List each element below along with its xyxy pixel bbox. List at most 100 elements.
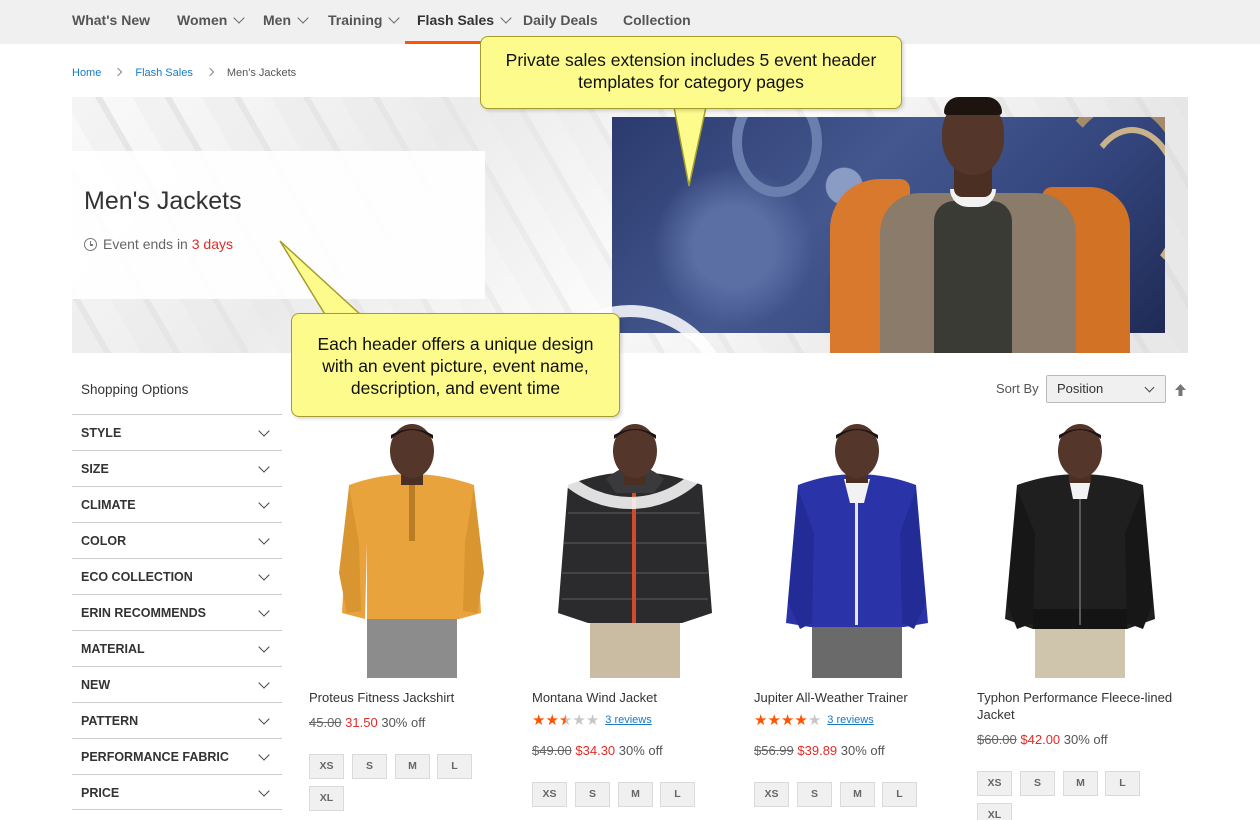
nav-item-label: Training xyxy=(328,12,383,28)
size-swatch-l[interactable]: L xyxy=(660,782,695,807)
event-countdown: Event ends in 3 days xyxy=(84,236,233,252)
nav-item-training[interactable]: Training xyxy=(328,0,401,44)
filter-climate[interactable]: CLIMATE xyxy=(72,486,282,522)
clock-icon xyxy=(84,238,97,251)
filter-label: MATERIAL xyxy=(81,642,145,656)
decorative-arc xyxy=(732,117,822,197)
product-rating: ★★★★★ 3 reviews xyxy=(532,711,652,729)
nav-item-label: Men xyxy=(263,12,291,28)
filter-label: CLIMATE xyxy=(81,498,136,512)
chevron-down-icon xyxy=(388,12,401,24)
filter-size[interactable]: SIZE xyxy=(72,450,282,486)
filter-list: STYLE SIZE CLIMATE COLOR ECO COLLECTION … xyxy=(72,414,282,810)
chevron-down-icon xyxy=(258,749,270,761)
product-price: 45.00 31.50 30% off xyxy=(309,715,425,730)
size-swatch-xl[interactable]: XL xyxy=(309,786,344,811)
filter-label: SIZE xyxy=(81,462,109,476)
size-swatch-l[interactable]: L xyxy=(1105,771,1140,796)
special-price: $39.89 xyxy=(797,743,838,758)
special-price: $42.00 xyxy=(1020,732,1061,747)
filter-new[interactable]: NEW xyxy=(72,666,282,702)
product-price: $49.00 $34.30 30% off xyxy=(532,743,663,758)
old-price: $56.99 xyxy=(754,743,794,758)
size-swatch-m[interactable]: M xyxy=(840,782,875,807)
reviews-link[interactable]: 3 reviews xyxy=(605,714,651,726)
product-name[interactable]: Proteus Fitness Jackshirt xyxy=(309,689,514,706)
chevron-down-icon xyxy=(258,605,270,617)
filter-performance-fabric[interactable]: PERFORMANCE FABRIC xyxy=(72,738,282,774)
sort-select[interactable]: Position xyxy=(1046,375,1166,403)
chevron-down-icon xyxy=(258,677,270,689)
size-swatch-l[interactable]: L xyxy=(882,782,917,807)
nav-item-label: Women xyxy=(177,12,228,28)
size-swatch-xs[interactable]: XS xyxy=(532,782,567,807)
star-icon: ★ xyxy=(780,712,795,729)
filter-color[interactable]: COLOR xyxy=(72,522,282,558)
product-name[interactable]: Typhon Performance Fleece-lined Jacket xyxy=(977,689,1182,723)
size-swatch-xs[interactable]: XS xyxy=(309,754,344,779)
product-image[interactable] xyxy=(309,423,514,678)
size-swatch-m[interactable]: M xyxy=(618,782,653,807)
sort-direction-up-icon[interactable] xyxy=(1174,383,1187,397)
callout-pointer xyxy=(673,106,707,187)
filter-label: PRICE xyxy=(81,786,120,800)
filter-material[interactable]: MATERIAL xyxy=(72,630,282,666)
old-price: $49.00 xyxy=(532,743,572,758)
discount-label: 30% off xyxy=(381,715,426,730)
product-image[interactable] xyxy=(754,423,959,678)
size-swatch-m[interactable]: M xyxy=(1063,771,1098,796)
size-swatch-xl[interactable]: XL xyxy=(977,803,1012,820)
size-swatch-xs[interactable]: XS xyxy=(977,771,1012,796)
nav-item-women[interactable]: Women xyxy=(177,0,245,44)
star-icon: ★ xyxy=(807,712,822,729)
size-swatch-s[interactable]: S xyxy=(352,754,387,779)
event-days-remaining: 3 days xyxy=(191,236,233,252)
model-photo xyxy=(830,97,1130,353)
chevron-down-icon xyxy=(258,425,270,437)
product-price: $56.99 $39.89 30% off xyxy=(754,743,885,758)
product-name[interactable]: Montana Wind Jacket xyxy=(532,689,737,706)
filter-eco-collection[interactable]: ECO COLLECTION xyxy=(72,558,282,594)
size-swatch-xs[interactable]: XS xyxy=(754,782,789,807)
star-icon: ★ xyxy=(532,712,546,729)
size-swatch-m[interactable]: M xyxy=(395,754,430,779)
nav-item-label: Daily Deals xyxy=(523,12,598,28)
filter-erin-recommends[interactable]: ERIN RECOMMENDS xyxy=(72,594,282,630)
size-swatch-s[interactable]: S xyxy=(575,782,610,807)
nav-item-men[interactable]: Men xyxy=(263,0,309,44)
event-ends-label: Event ends in xyxy=(103,236,192,252)
size-swatch-s[interactable]: S xyxy=(797,782,832,807)
special-price: 31.50 xyxy=(345,715,378,730)
filter-price[interactable]: PRICE xyxy=(72,774,282,810)
chevron-down-icon xyxy=(258,569,270,581)
special-price: $34.30 xyxy=(575,743,616,758)
chevron-down-icon xyxy=(258,641,270,653)
breadcrumb-current: Men's Jackets xyxy=(226,67,297,79)
shopping-options-title: Shopping Options xyxy=(81,382,189,397)
callout-header-design: Each header offers a unique design with … xyxy=(291,313,620,417)
chevron-right-icon xyxy=(114,67,123,77)
sort-select-value: Position xyxy=(1057,381,1104,396)
filter-label: ERIN RECOMMENDS xyxy=(81,606,207,620)
chevron-down-icon xyxy=(500,12,512,24)
chevron-down-icon xyxy=(258,785,270,797)
chevron-down-icon xyxy=(297,12,309,24)
nav-item-whats-new[interactable]: What's New xyxy=(72,0,150,44)
discount-label: 30% off xyxy=(618,743,663,758)
filter-style[interactable]: STYLE xyxy=(72,414,282,450)
star-icon: ★ xyxy=(754,712,768,729)
chevron-down-icon xyxy=(258,461,270,473)
reviews-link[interactable]: 3 reviews xyxy=(827,714,873,726)
product-name[interactable]: Jupiter All-Weather Trainer xyxy=(754,689,959,706)
filter-pattern[interactable]: PATTERN xyxy=(72,702,282,738)
callout-pointer xyxy=(279,240,364,318)
breadcrumb-flash-sales-link[interactable]: Flash Sales xyxy=(135,67,192,79)
size-swatch-s[interactable]: S xyxy=(1020,771,1055,796)
breadcrumb-home-link[interactable]: Home xyxy=(72,67,101,79)
filter-label: ECO COLLECTION xyxy=(81,570,193,584)
chevron-down-icon xyxy=(258,533,270,545)
size-swatch-l[interactable]: L xyxy=(437,754,472,779)
product-image[interactable] xyxy=(977,423,1182,678)
event-title: Men's Jackets xyxy=(84,187,242,215)
discount-label: 30% off xyxy=(1063,732,1108,747)
